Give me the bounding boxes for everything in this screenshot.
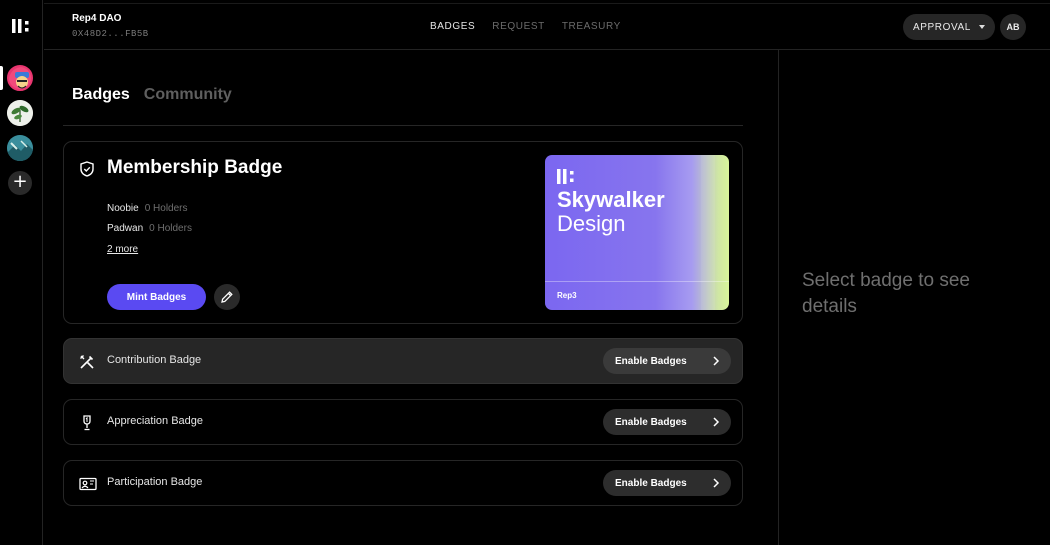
add-dao-button[interactable]: +: [8, 171, 32, 195]
tab-badges[interactable]: Badges: [72, 86, 130, 104]
dao-sidebar: +: [0, 0, 43, 545]
tools-icon: [80, 355, 94, 369]
badge-preview-image: Skywalker Design Rep3: [545, 155, 729, 310]
level-item: Padwan 0 Holders: [107, 223, 192, 234]
enable-badges-label: Enable Badges: [615, 477, 687, 489]
level-holders: 0 Holders: [149, 223, 192, 234]
rep3-logo-icon[interactable]: [12, 18, 32, 34]
preview-divider: [545, 281, 729, 282]
cartoon-face-icon: [9, 67, 31, 89]
app-root: + Rep4 DAO 0X48D2...FB5B BADGES REQUEST …: [0, 0, 1050, 545]
enable-badges-button[interactable]: Enable Badges: [603, 409, 731, 435]
dao-avatar-rep4[interactable]: [7, 65, 33, 91]
nav-badges[interactable]: BADGES: [430, 21, 475, 32]
badge-tabs: Badges Community: [72, 86, 232, 104]
badge-row-label: Participation Badge: [107, 476, 203, 488]
approval-dropdown[interactable]: APPROVAL: [903, 14, 995, 40]
membership-badge-card[interactable]: Membership Badge Noobie 0 Holders Padwan 0…: [63, 141, 743, 324]
more-levels-link[interactable]: 2 more: [107, 244, 138, 255]
level-holders: 0 Holders: [144, 203, 188, 214]
level-name: Padwan: [107, 223, 144, 234]
enable-badges-label: Enable Badges: [615, 355, 687, 367]
main-nav: BADGES REQUEST TREASURY: [430, 21, 621, 32]
caret-down-icon: [978, 25, 985, 29]
contribution-badge-row[interactable]: Contribution Badge Enable Badges: [63, 338, 743, 384]
dao-address[interactable]: 0X48D2...FB5B: [72, 29, 149, 39]
user-avatar[interactable]: AB: [1000, 14, 1026, 40]
detail-empty-state: Select badge to see details: [802, 270, 970, 317]
preview-brand: Rep3: [557, 291, 577, 300]
level-name: Noobie: [107, 203, 139, 214]
appreciation-badge-row[interactable]: Appreciation Badge Enable Badges: [63, 399, 743, 445]
badge-row-label: Contribution Badge: [107, 354, 202, 366]
level-item: Noobie 0 Holders: [107, 203, 188, 214]
shield-check-icon: [80, 161, 94, 177]
trophy-icon: [83, 415, 91, 431]
chevron-right-icon: [713, 356, 720, 366]
rep3-logo-icon: [557, 169, 574, 184]
tab-community[interactable]: Community: [144, 86, 232, 104]
id-card-icon: [79, 477, 97, 491]
pencil-icon: [221, 291, 233, 303]
mint-badges-button[interactable]: Mint Badges: [107, 284, 206, 310]
plant-image-icon: [7, 100, 33, 126]
active-dao-indicator: [0, 66, 3, 90]
dao-avatar-landscape[interactable]: [7, 135, 33, 161]
enable-badges-label: Enable Badges: [615, 416, 687, 428]
preview-subtitle: Design: [557, 211, 626, 236]
chevron-right-icon: [713, 417, 720, 427]
landscape-image-icon: [7, 135, 33, 161]
chevron-right-icon: [713, 478, 720, 488]
participation-badge-row[interactable]: Participation Badge Enable Badges: [63, 460, 743, 506]
badge-row-label: Appreciation Badge: [107, 415, 204, 427]
edit-button[interactable]: [214, 284, 240, 310]
enable-badges-button[interactable]: Enable Badges: [603, 348, 731, 374]
top-bar: Rep4 DAO 0X48D2...FB5B BADGES REQUEST TR…: [44, 3, 1050, 50]
enable-badges-button[interactable]: Enable Badges: [603, 470, 731, 496]
nav-request[interactable]: REQUEST: [492, 21, 545, 32]
nav-treasury[interactable]: TREASURY: [562, 21, 621, 32]
tabs-divider: [63, 125, 743, 126]
dao-name: Rep4 DAO: [72, 13, 122, 24]
membership-title: Membership Badge: [107, 157, 283, 178]
preview-title: Skywalker: [557, 187, 665, 212]
detail-panel-divider: [778, 50, 779, 545]
approval-label: APPROVAL: [913, 21, 971, 33]
dao-avatar-plant[interactable]: [7, 100, 33, 126]
